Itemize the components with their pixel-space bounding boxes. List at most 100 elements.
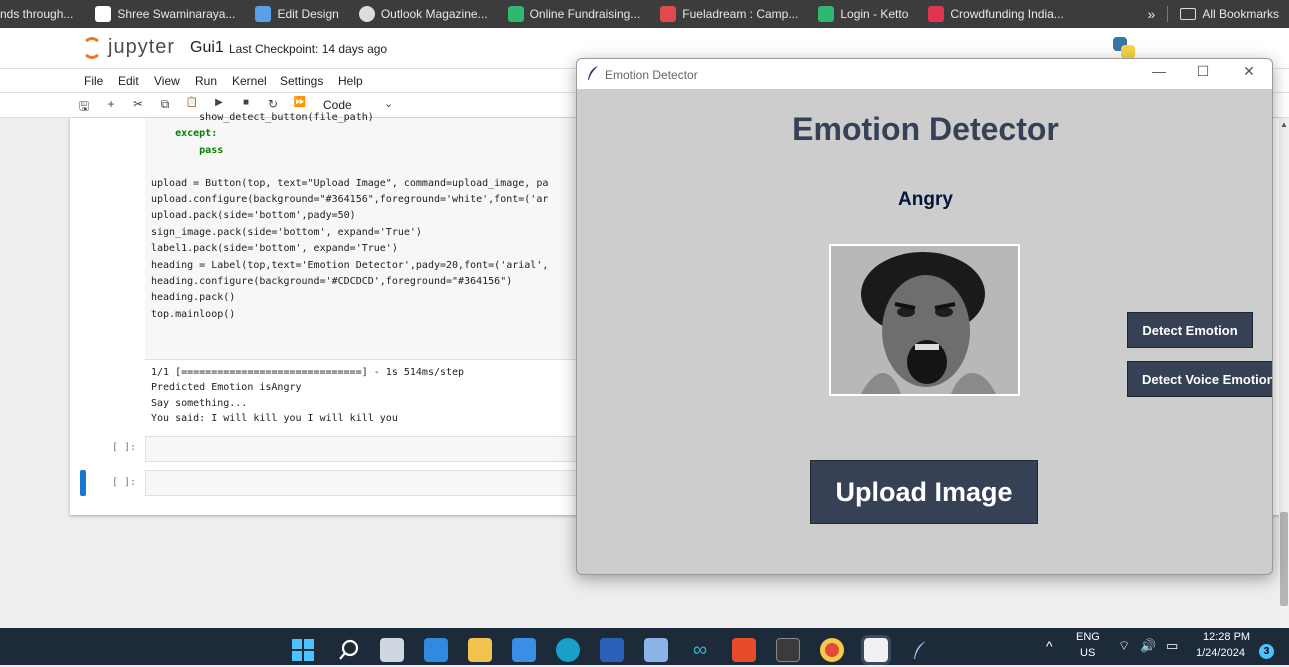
restart-icon[interactable]: ↻ bbox=[265, 97, 281, 111]
output-line: 1/1 [==============================] - 1… bbox=[151, 367, 465, 378]
uploaded-image bbox=[829, 244, 1020, 396]
bookmarks-right: » All Bookmarks bbox=[1139, 0, 1289, 28]
menu-edit[interactable]: Edit bbox=[118, 74, 139, 88]
cell-output: 1/1 [==============================] - 1… bbox=[151, 365, 464, 426]
windows-start-icon[interactable] bbox=[291, 638, 315, 662]
output-line: You said: I will kill you I will kill yo… bbox=[151, 412, 398, 424]
menu-view[interactable]: View bbox=[154, 74, 180, 88]
code-line: except: bbox=[151, 128, 218, 140]
checkpoint-status: Last Checkpoint: 14 days ago bbox=[229, 42, 388, 56]
code-line: label1.pack(side='bottom', expand='True'… bbox=[151, 243, 398, 255]
bookmark-favicon-icon bbox=[928, 6, 945, 22]
upload-image-button[interactable]: Upload Image bbox=[810, 460, 1038, 524]
mail-icon[interactable] bbox=[512, 638, 536, 662]
close-button[interactable]: ✕ bbox=[1239, 63, 1259, 80]
cell-prompt: [ ]: bbox=[112, 477, 137, 488]
save-icon[interactable]: 🖫 bbox=[76, 97, 92, 118]
jupyter-logo[interactable]: jupyter bbox=[82, 36, 175, 59]
code-line: heading.configure(background='#CDCDCD',f… bbox=[151, 276, 513, 288]
code-line: show_detect_button(file_path) bbox=[151, 112, 374, 123]
store-icon[interactable] bbox=[644, 638, 668, 662]
volume-icon[interactable]: 🔊 bbox=[1140, 638, 1156, 654]
snipping-tool-icon[interactable] bbox=[861, 635, 891, 665]
add-cell-icon[interactable]: + bbox=[103, 97, 119, 111]
detect-voice-emotion-button[interactable]: Detect Voice Emotion bbox=[1127, 361, 1272, 397]
python-kernel-icon bbox=[1113, 37, 1135, 59]
window-title: Emotion Detector bbox=[605, 68, 698, 82]
active-cell-marker bbox=[80, 470, 86, 496]
bookmark-item[interactable]: Online Fundraising... bbox=[496, 0, 649, 28]
terminal-icon[interactable] bbox=[776, 638, 800, 662]
emotion-result-label: Angry bbox=[898, 189, 953, 210]
code-line: heading = Label(top,text='Emotion Detect… bbox=[151, 259, 549, 271]
bookmarks-bar: nds through... Shree Swaminaraya... Edit… bbox=[0, 0, 1289, 28]
chevron-down-icon[interactable]: ⌄ bbox=[384, 97, 393, 110]
battery-icon[interactable]: ▭ bbox=[1166, 638, 1178, 654]
code-line: upload.pack(side='bottom',pady=50) bbox=[151, 210, 356, 222]
notification-badge[interactable]: 3 bbox=[1259, 644, 1274, 659]
emotion-detector-window: Emotion Detector — ☐ ✕ Emotion Detector … bbox=[576, 58, 1273, 575]
tray-overflow-icon[interactable]: ^ bbox=[1046, 638, 1053, 654]
notebook-name[interactable]: Gui1 bbox=[190, 39, 224, 57]
wifi-icon[interactable]: ⌔ bbox=[1118, 638, 1130, 654]
all-bookmarks-button[interactable]: All Bookmarks bbox=[1202, 7, 1279, 21]
bookmark-item[interactable]: Shree Swaminaraya... bbox=[81, 0, 243, 28]
paste-icon[interactable]: 📋 bbox=[184, 97, 200, 108]
bookmarks-overflow-button[interactable]: » bbox=[1148, 6, 1156, 22]
run-icon[interactable]: ▶ bbox=[211, 97, 227, 108]
edge-browser-icon[interactable] bbox=[556, 638, 580, 662]
jupyter-logo-icon bbox=[82, 36, 102, 59]
region-indicator: US bbox=[1080, 647, 1096, 659]
language-indicator[interactable]: ENG bbox=[1076, 631, 1100, 643]
divider bbox=[1167, 6, 1169, 22]
menu-run[interactable]: Run bbox=[195, 74, 217, 88]
clock-time[interactable]: 12:28 PM bbox=[1203, 631, 1250, 643]
menu-kernel[interactable]: Kernel bbox=[232, 74, 267, 88]
bookmark-item[interactable]: Crowdfunding India... bbox=[916, 0, 1071, 28]
bookmark-favicon-icon bbox=[660, 6, 677, 22]
minimize-button[interactable]: — bbox=[1149, 63, 1169, 79]
office-icon[interactable] bbox=[732, 638, 756, 662]
scroll-up-icon[interactable]: ▲ bbox=[1280, 120, 1288, 129]
output-line: Say something... bbox=[151, 397, 248, 409]
code-line: upload.configure(background="#364156",fo… bbox=[151, 194, 549, 206]
bookmark-favicon-icon bbox=[358, 6, 375, 22]
window-titlebar[interactable]: Emotion Detector — ☐ ✕ bbox=[577, 59, 1272, 89]
scrollbar-thumb[interactable] bbox=[1280, 512, 1288, 606]
arduino-icon[interactable]: ∞ bbox=[688, 638, 712, 662]
widgets-icon[interactable] bbox=[424, 638, 448, 662]
angry-face-photo bbox=[831, 246, 1018, 394]
clock-date[interactable]: 1/24/2024 bbox=[1196, 647, 1245, 659]
menu-help[interactable]: Help bbox=[338, 74, 363, 88]
menu-settings[interactable]: Settings bbox=[280, 74, 323, 88]
code-line: upload = Button(top, text="Upload Image"… bbox=[151, 177, 549, 189]
folder-icon bbox=[1180, 8, 1197, 20]
bookmark-favicon-icon bbox=[255, 6, 272, 22]
bookmark-item[interactable]: Fueladream : Camp... bbox=[648, 0, 806, 28]
bookmark-item[interactable]: nds through... bbox=[0, 0, 81, 28]
bookmark-favicon-icon bbox=[95, 6, 112, 22]
page-scrollbar[interactable]: ▲ bbox=[1279, 118, 1289, 628]
bookmark-favicon-icon bbox=[507, 6, 524, 22]
windows-taskbar: ∞ ^ ENG US ⌔ 🔊 ▭ 12:28 PM 1/24/2024 3 bbox=[0, 628, 1289, 665]
maximize-button[interactable]: ☐ bbox=[1193, 63, 1213, 80]
code-line: top.mainloop() bbox=[151, 308, 236, 320]
menu-file[interactable]: File bbox=[84, 74, 103, 88]
code-editor[interactable]: show_detect_button(file_path) except: pa… bbox=[151, 110, 548, 323]
feather-icon bbox=[588, 66, 598, 80]
search-icon[interactable] bbox=[337, 638, 361, 662]
bookmark-item[interactable]: Outlook Magazine... bbox=[347, 0, 496, 28]
detect-emotion-button[interactable]: Detect Emotion bbox=[1127, 312, 1253, 348]
cut-icon[interactable]: ✂ bbox=[130, 97, 146, 111]
task-view-icon[interactable] bbox=[380, 638, 404, 662]
bookmark-item[interactable]: Edit Design bbox=[243, 0, 346, 28]
stop-icon[interactable]: ■ bbox=[238, 97, 254, 108]
file-explorer-icon[interactable] bbox=[468, 638, 492, 662]
chrome-icon[interactable] bbox=[820, 638, 844, 662]
python-feather-icon[interactable] bbox=[908, 638, 932, 662]
word-icon[interactable] bbox=[600, 638, 624, 662]
run-all-icon[interactable]: ⏩ bbox=[292, 97, 308, 108]
app-heading: Emotion Detector bbox=[792, 111, 1059, 147]
bookmark-item[interactable]: Login - Ketto bbox=[806, 0, 916, 28]
code-line: sign_image.pack(side='bottom', expand='T… bbox=[151, 226, 422, 238]
